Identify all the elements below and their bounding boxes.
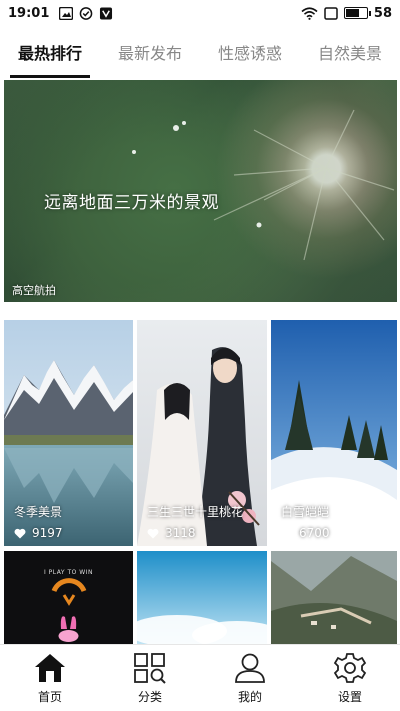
card-title: 冬季美景 (14, 505, 63, 519)
heart-icon (281, 528, 293, 538)
card-title: 三生三世十里桃花 (147, 505, 244, 519)
nav-home[interactable]: 首页 (0, 645, 100, 711)
sim-card-icon (324, 6, 338, 20)
battery-percentage: 58 (373, 5, 392, 21)
card-title: 白雪皑皑 (281, 505, 330, 519)
nav-category[interactable]: 分类 (100, 645, 200, 711)
status-left: 19:01 (8, 6, 113, 21)
heart-icon (147, 528, 159, 538)
wifi-icon (301, 6, 318, 20)
bottom-navigation: 首页 分类 我的 设置 (0, 644, 400, 711)
likes-count: 9197 (32, 526, 63, 540)
wallpaper-card[interactable] (137, 551, 267, 644)
nav-label: 我的 (237, 689, 262, 704)
user-icon (235, 653, 265, 683)
nav-label: 首页 (37, 689, 62, 704)
wallpaper-card[interactable] (271, 551, 397, 644)
tab-hottest[interactable]: 最热排行 (0, 26, 100, 78)
featured-banner[interactable]: 远离地面三万米的景观 高空航拍 (4, 80, 397, 302)
nav-label: 设置 (337, 689, 362, 704)
card-image (271, 551, 397, 644)
status-time: 19:01 (8, 5, 50, 21)
battery-fill (345, 9, 359, 17)
status-right: 58 (301, 6, 392, 21)
tab-sexy[interactable]: 性感诱惑 (200, 26, 300, 78)
heart-icon (14, 528, 26, 538)
card-likes: 9197 (14, 526, 63, 540)
banner-tag: 高空航拍 (12, 284, 56, 297)
gear-icon (333, 652, 367, 683)
battery-icon (343, 7, 371, 19)
status-bar: 19:01 58 (0, 0, 400, 26)
image-notification-icon (59, 6, 74, 20)
banner-caption: 远离地面三万米的景观 (44, 193, 219, 213)
wallpaper-card[interactable]: 冬季美景 9197 (4, 320, 133, 546)
grid-search-icon (134, 652, 166, 684)
wallpaper-card[interactable]: I PLAY TO WIN (4, 551, 133, 644)
card-likes: 3118 (147, 526, 196, 540)
check-circle-icon (80, 6, 93, 20)
home-icon (35, 653, 65, 682)
card-image (51, 578, 87, 642)
category-tabs: 最热排行 最新发布 性感诱惑 自然美景 (0, 26, 400, 78)
shield-notification-icon (100, 6, 113, 20)
tab-latest[interactable]: 最新发布 (100, 26, 200, 78)
card-likes: 6700 (281, 526, 330, 540)
tab-nature[interactable]: 自然美景 (300, 26, 400, 78)
likes-count: 3118 (165, 526, 196, 540)
nav-label: 分类 (137, 689, 162, 704)
wallpaper-card[interactable]: 三生三世十里桃花 3118 (137, 320, 267, 546)
likes-count: 6700 (299, 526, 330, 540)
wallpaper-card[interactable]: 白雪皑皑 6700 (271, 320, 397, 546)
nav-mine[interactable]: 我的 (200, 645, 300, 711)
card-image (137, 551, 267, 644)
nav-settings[interactable]: 设置 (300, 645, 400, 711)
